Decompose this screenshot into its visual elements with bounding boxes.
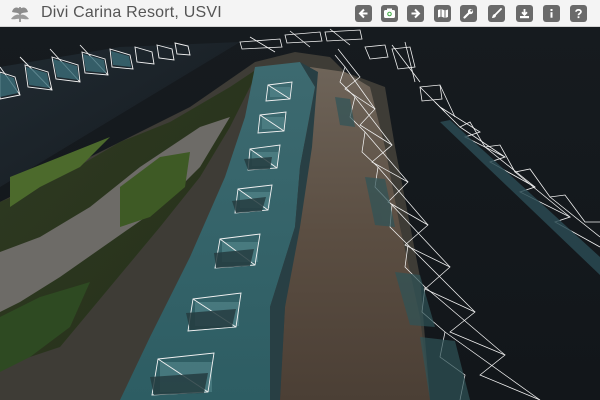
forward-button[interactable] — [407, 5, 424, 22]
download-icon — [520, 9, 529, 19]
tools-button[interactable] — [460, 5, 477, 22]
map-icon — [437, 9, 448, 18]
help-button[interactable] — [570, 5, 587, 22]
page-title: Divi Carina Resort, USVI — [41, 4, 222, 21]
download-button[interactable] — [516, 5, 533, 22]
help-icon — [575, 9, 582, 19]
info-icon — [550, 9, 553, 18]
map-button[interactable] — [434, 5, 451, 22]
brush-icon — [492, 8, 502, 18]
measure-button[interactable] — [488, 5, 505, 22]
camera-button[interactable] — [381, 5, 398, 22]
3d-viewport[interactable] — [0, 27, 600, 400]
arrow-right-icon — [411, 8, 421, 19]
wrench-icon — [463, 8, 474, 19]
leaf-logo-icon — [11, 7, 29, 23]
point-cloud-scene[interactable] — [0, 27, 600, 400]
camera-icon — [384, 8, 395, 18]
info-button[interactable] — [543, 5, 560, 22]
arrow-left-icon — [358, 8, 368, 19]
back-button[interactable] — [355, 5, 372, 22]
top-toolbar: Divi Carina Resort, USVI — [0, 0, 600, 27]
